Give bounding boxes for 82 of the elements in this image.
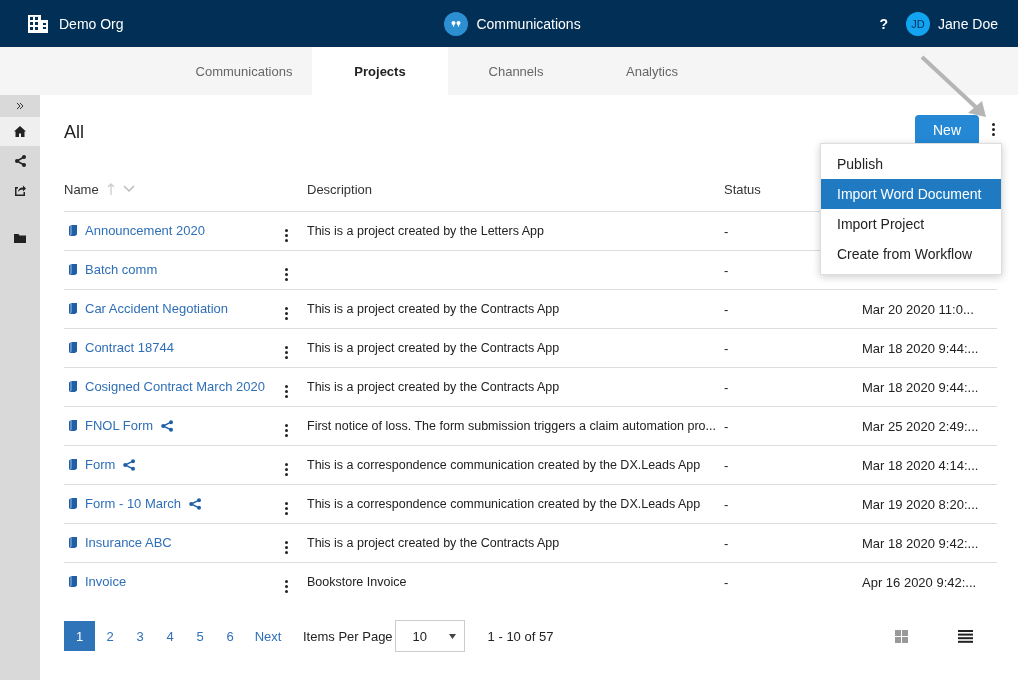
column-header[interactable]: Name: [64, 181, 99, 197]
book-icon: [69, 264, 77, 275]
page-button[interactable]: 2: [95, 621, 125, 651]
project-link[interactable]: Announcement 2020: [85, 223, 205, 238]
book-icon: [69, 537, 77, 548]
page-title: All: [64, 120, 84, 143]
next-link[interactable]: Next: [253, 621, 283, 651]
table-cell: First notice of loss. The form submission triggers a claim automation pro...: [307, 419, 716, 433]
table-cell: -: [724, 574, 729, 590]
page-range: 1 - 10 of 57: [487, 628, 554, 644]
menu-item[interactable]: Import Word Document: [821, 179, 1001, 209]
table-cell: -: [724, 535, 729, 551]
items-per-page-select[interactable]: 10: [394, 620, 465, 652]
tab[interactable]: Communications: [176, 47, 312, 95]
table-cell: This is a correspondence communication created by the DX.Leads App: [307, 497, 701, 511]
menu-item[interactable]: Create from Workflow: [821, 239, 1001, 269]
book-icon: [69, 342, 77, 353]
project-link[interactable]: Batch comm: [85, 262, 158, 277]
book-icon: [69, 381, 77, 392]
tab[interactable]: Channels: [448, 47, 584, 95]
table-cell: -: [724, 457, 729, 473]
project-link[interactable]: Form: [85, 457, 116, 472]
table-cell: -: [724, 340, 729, 356]
project-link[interactable]: FNOL Form: [85, 418, 154, 433]
project-link[interactable]: Insurance ABC: [85, 535, 172, 550]
home-icon[interactable]: [0, 117, 40, 146]
column-header[interactable]: Description: [307, 181, 373, 197]
caret-icon: [448, 633, 456, 639]
help-button[interactable]: ?: [879, 15, 889, 32]
table-cell: Mar 18 2020 9:42:...: [862, 535, 979, 551]
table-cell: Mar 18 2020 4:14:...: [862, 457, 979, 473]
tab[interactable]: Projects: [312, 47, 448, 95]
table-cell: Mar 18 2020 9:44:...: [862, 340, 979, 356]
table-cell: Mar 25 2020 2:49:...: [862, 418, 979, 434]
project-link[interactable]: Cosigned Contract March 2020: [85, 379, 265, 394]
menu-item[interactable]: Publish: [821, 149, 1001, 179]
table-cell: -: [724, 262, 729, 278]
building-icon: [27, 13, 49, 34]
table-cell: This is a project created by the Contracts App: [307, 536, 560, 550]
list-view-icon[interactable]: [957, 629, 973, 643]
table-cell: This is a project created by the Contracts App: [307, 380, 560, 394]
table-cell: Mar 19 2020 8:20:...: [862, 496, 979, 512]
tab[interactable]: Analytics: [584, 47, 720, 95]
page-button[interactable]: 6: [215, 621, 245, 651]
book-icon: [69, 303, 77, 314]
page-button[interactable]: 5: [185, 621, 215, 651]
pointer-arrow: [920, 55, 988, 119]
table-cell: Apr 16 2020 9:42:...: [862, 574, 977, 590]
table-cell: Mar 18 2020 9:44:...: [862, 379, 979, 395]
quote-icon: [444, 11, 469, 36]
user-name[interactable]: Jane Doe: [938, 15, 998, 32]
column-header[interactable]: Status: [724, 181, 761, 197]
table-cell: Mar 20 2020 11:0...: [862, 301, 974, 317]
table-cell: This is a project created by the Contracts App: [307, 302, 560, 316]
project-link[interactable]: Car Accident Negotiation: [85, 301, 229, 316]
table-cell: -: [724, 496, 729, 512]
table-cell: This is a correspondence communication created by the DX.Leads App: [307, 458, 701, 472]
table-cell: Bookstore Invoice: [307, 575, 407, 589]
book-icon: [69, 576, 77, 587]
page-button[interactable]: 4: [155, 621, 185, 651]
table-cell: -: [724, 418, 729, 434]
new-button[interactable]: New: [915, 114, 979, 145]
items-per-page-label: Items Per Page: [303, 628, 393, 644]
table-cell: -: [724, 379, 729, 395]
page-button[interactable]: 1: [64, 621, 95, 651]
table-cell: This is a project created by the Letters App: [307, 224, 544, 238]
project-link[interactable]: Invoice: [85, 574, 127, 589]
book-icon: [69, 225, 77, 236]
table-cell: This is a project created by the Contracts App: [307, 341, 560, 355]
book-icon: [69, 498, 77, 509]
table-cell: -: [724, 223, 729, 239]
app-title: Communications: [476, 15, 581, 32]
page-button[interactable]: 3: [125, 621, 155, 651]
project-link[interactable]: Form - 10 March: [85, 496, 182, 511]
table-cell: -: [724, 301, 729, 317]
book-icon: [69, 459, 77, 470]
book-icon: [69, 420, 77, 431]
user-avatar[interactable]: JD: [906, 11, 931, 36]
grid-view-icon[interactable]: [893, 629, 909, 643]
project-link[interactable]: Contract 18744: [85, 340, 174, 355]
org-name: Demo Org: [59, 15, 124, 32]
menu-item[interactable]: Import Project: [821, 209, 1001, 239]
